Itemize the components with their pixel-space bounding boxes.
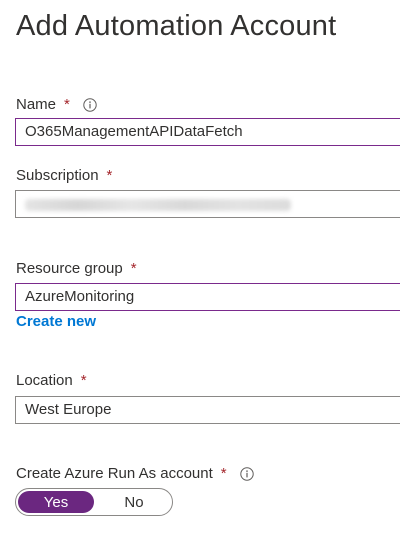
create-new-link[interactable]: Create new — [16, 313, 96, 330]
toggle-option-yes[interactable]: Yes — [18, 491, 94, 513]
subscription-dropdown[interactable] — [15, 190, 400, 218]
resource-group-label-row: Resource group * — [16, 260, 137, 277]
resource-group-dropdown[interactable]: AzureMonitoring — [15, 283, 400, 311]
info-icon[interactable] — [239, 466, 254, 481]
toggle-option-no[interactable]: No — [96, 489, 172, 515]
add-automation-account-page: Add Automation Account Name * O365Manage… — [0, 0, 400, 538]
required-marker: * — [64, 96, 70, 113]
required-marker: * — [220, 465, 227, 482]
info-icon[interactable] — [83, 97, 97, 112]
location-dropdown[interactable]: West Europe — [15, 396, 400, 424]
run-as-toggle[interactable]: Yes No — [15, 488, 173, 516]
location-label: Location — [16, 372, 73, 389]
name-label-row: Name * — [16, 96, 97, 113]
run-as-label-row: Create Azure Run As account * — [16, 465, 254, 482]
resource-group-label: Resource group — [16, 260, 123, 277]
name-input[interactable]: O365ManagementAPIDataFetch — [15, 118, 400, 146]
location-label-row: Location * — [16, 372, 87, 389]
page-title: Add Automation Account — [16, 10, 337, 42]
redacted-subscription-value — [25, 199, 291, 211]
required-marker: * — [130, 260, 137, 277]
required-marker: * — [106, 167, 113, 184]
name-label: Name — [16, 96, 57, 113]
subscription-label: Subscription — [16, 167, 99, 184]
required-marker: * — [80, 372, 87, 389]
subscription-label-row: Subscription * — [16, 167, 112, 184]
run-as-label: Create Azure Run As account — [16, 465, 213, 482]
